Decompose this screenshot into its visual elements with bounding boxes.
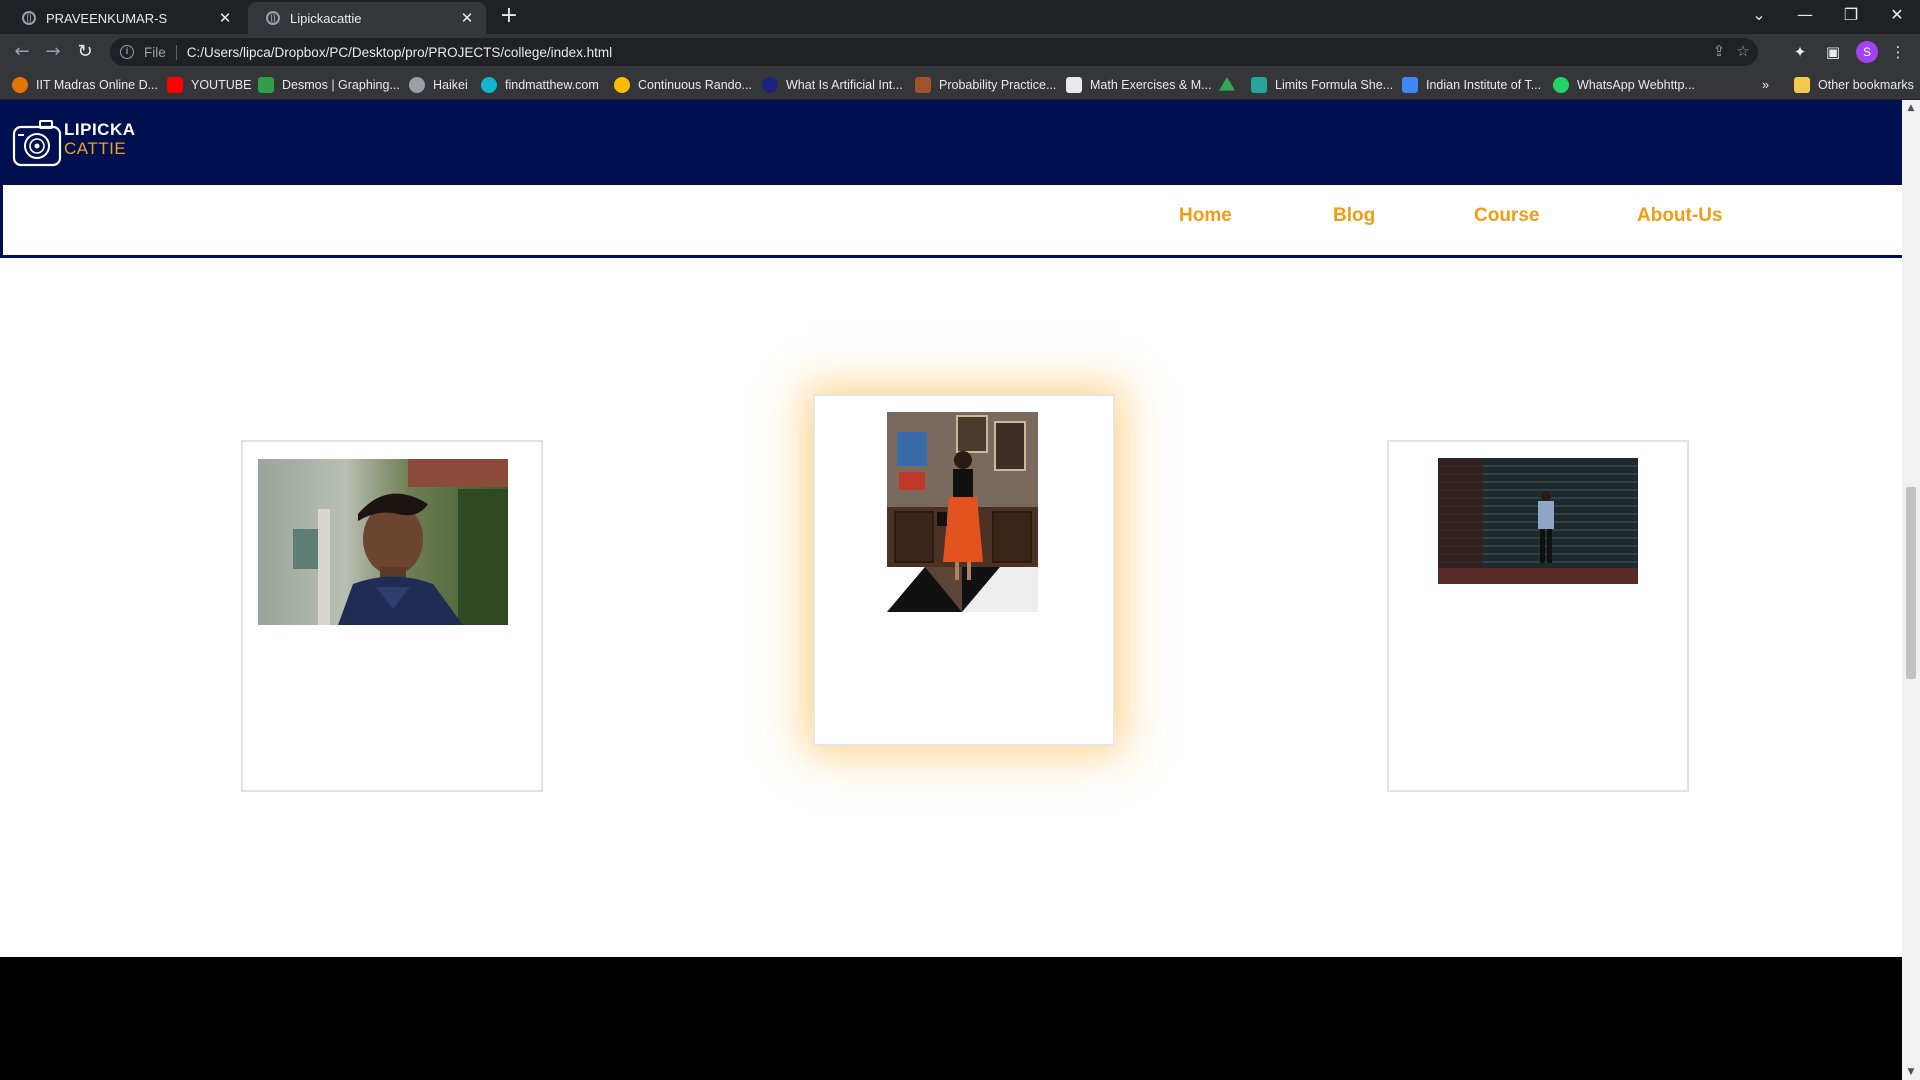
bookmark-item[interactable]: Indian Institute of T... (1402, 76, 1541, 94)
bookmark-item[interactable]: Continuous Rando... (614, 76, 752, 94)
bookmark-item[interactable]: Desmos | Graphing... (258, 76, 400, 94)
scroll-up-arrow-icon[interactable]: ▲ (1905, 102, 1917, 114)
browser-toolbar: ← → ↻ i File C:/Users/lipca/Dropbox/PC/D… (0, 34, 1920, 70)
gallery-card[interactable] (1387, 440, 1689, 792)
findmatthew-icon (481, 77, 497, 93)
scrollbar[interactable]: ▲ ▼ (1902, 100, 1920, 1080)
scroll-down-arrow-icon[interactable]: ▼ (1905, 1066, 1917, 1078)
bookmark-favicon-icon (12, 77, 28, 93)
close-window-icon[interactable]: ✕ (1874, 0, 1920, 32)
nav-link-blog[interactable]: Blog (1333, 205, 1375, 227)
bookmark-label: findmatthew.com (505, 78, 599, 92)
bookmark-label: Math Exercises & M... (1090, 78, 1212, 92)
site-footer (0, 957, 1902, 1080)
gallery-card[interactable] (241, 440, 543, 792)
side-panel-icon[interactable]: ▣ (1823, 42, 1843, 62)
minimize-icon[interactable]: — (1782, 0, 1828, 32)
site-navbar: Home Blog Course About-Us (0, 185, 1902, 258)
bookmark-favicon-icon (1402, 77, 1418, 93)
bookmark-label: Continuous Rando... (638, 78, 752, 92)
globe-icon (22, 11, 36, 25)
other-bookmarks[interactable]: Other bookmarks (1794, 76, 1914, 94)
desmos-icon (258, 77, 274, 93)
bookmark-favicon-icon (762, 77, 778, 93)
bookmark-favicon-icon (614, 77, 630, 93)
tab-search-icon[interactable]: ⌄ (1736, 0, 1782, 32)
google-drive-icon (1219, 77, 1235, 91)
new-tab-button[interactable]: + (497, 5, 521, 29)
bookmark-favicon-icon (915, 77, 931, 93)
url-text[interactable]: C:/Users/lipca/Dropbox/PC/Desktop/pro/PR… (187, 45, 612, 60)
restore-icon[interactable]: ❐ (1828, 0, 1874, 32)
gallery-photo[interactable] (258, 459, 508, 625)
bookmark-item[interactable]: findmatthew.com (481, 76, 599, 94)
bookmark-item[interactable]: YOUTUBE (167, 76, 251, 94)
bookmark-item[interactable]: Limits Formula She... (1251, 76, 1393, 94)
youtube-icon (167, 77, 183, 93)
bookmark-label: What Is Artificial Int... (786, 78, 903, 92)
address-bar[interactable]: i File C:/Users/lipca/Dropbox/PC/Desktop… (110, 38, 1758, 66)
other-bookmarks-label: Other bookmarks (1818, 78, 1914, 92)
bookmarks-bar: IIT Madras Online D... YOUTUBE Desmos | … (0, 70, 1920, 100)
globe-icon (409, 77, 425, 93)
page-viewport: LIPICKA CATTIE Home Blog Course About-Us (0, 100, 1920, 1080)
bookmark-favicon-icon (1251, 77, 1267, 93)
calculator-icon (1066, 77, 1082, 93)
bookmark-item[interactable]: Haikei (409, 76, 468, 94)
share-icon[interactable]: ⇪ (1710, 43, 1728, 61)
whatsapp-icon (1553, 77, 1569, 93)
bookmark-label: YOUTUBE (191, 78, 252, 92)
gallery-photo[interactable] (1438, 458, 1638, 584)
tab-strip: PRAVEENKUMAR-S ✕ Lipickacattie ✕ + ⌄ — ❐… (0, 0, 1920, 34)
gallery-card-highlighted[interactable] (813, 394, 1115, 746)
back-icon[interactable]: ← (10, 40, 34, 64)
logo-text-primary: LIPICKA (64, 120, 136, 139)
tab-title: PRAVEENKUMAR-S (46, 10, 168, 26)
site-header: LIPICKA CATTIE (0, 100, 1902, 185)
globe-icon (266, 11, 280, 25)
bookmark-item[interactable]: WhatsApp Webhttp... (1553, 76, 1695, 94)
folder-icon (1794, 77, 1810, 93)
info-icon[interactable]: i (120, 45, 134, 59)
scheme-label: File (144, 44, 177, 60)
bookmark-star-icon[interactable]: ☆ (1734, 43, 1752, 61)
bookmark-label: Indian Institute of T... (1426, 78, 1542, 92)
bookmark-item[interactable]: Math Exercises & M... (1066, 76, 1212, 94)
tab-lipickacattie[interactable]: Lipickacattie ✕ (248, 2, 486, 34)
scrollbar-thumb[interactable] (1906, 487, 1916, 679)
nav-link-course[interactable]: Course (1474, 205, 1539, 227)
bookmark-item[interactable] (1219, 76, 1243, 94)
reload-icon[interactable]: ↻ (73, 40, 97, 64)
logo-text-secondary: CATTIE (64, 139, 127, 158)
more-bookmarks-chevron-icon[interactable]: » (1762, 76, 1769, 94)
bookmark-label: Haikei (433, 78, 468, 92)
extensions-icon[interactable]: ✦ (1790, 42, 1810, 62)
close-tab-icon[interactable]: ✕ (216, 9, 234, 27)
bookmark-label: IIT Madras Online D... (36, 78, 159, 92)
menu-icon[interactable]: ⋮ (1888, 42, 1908, 62)
tab-title: Lipickacattie (290, 10, 362, 26)
nav-link-home[interactable]: Home (1179, 205, 1232, 227)
nav-link-about-us[interactable]: About-Us (1637, 205, 1722, 227)
bookmark-item[interactable]: Probability Practice... (915, 76, 1056, 94)
bookmark-label: Desmos | Graphing... (282, 78, 400, 92)
bookmark-item[interactable]: What Is Artificial Int... (762, 76, 903, 94)
gallery-photo[interactable] (887, 412, 1038, 612)
tab-praveenkumar[interactable]: PRAVEENKUMAR-S ✕ (4, 2, 244, 34)
bookmark-label: WhatsApp Webhttp... (1577, 78, 1695, 92)
bookmark-label: Probability Practice... (939, 78, 1057, 92)
close-tab-icon[interactable]: ✕ (458, 9, 476, 27)
forward-icon[interactable]: → (41, 40, 65, 64)
profile-avatar[interactable]: S (1856, 41, 1878, 63)
bookmark-item[interactable]: IIT Madras Online D... (12, 76, 158, 94)
bookmark-label: Limits Formula She... (1275, 78, 1394, 92)
